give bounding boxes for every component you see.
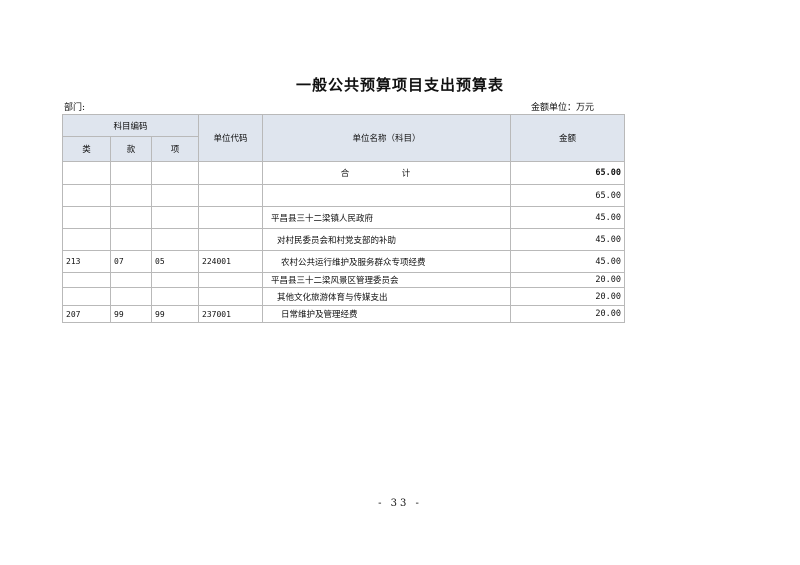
cell-xiang: 05	[151, 250, 199, 273]
cell-unit-code	[198, 206, 263, 229]
cell-xiang: 99	[151, 305, 199, 323]
cell-unit-name: 农村公共运行维护及服务群众专项经费	[262, 250, 511, 273]
cell-lei	[62, 161, 111, 185]
cell-unit-code: 237001	[198, 305, 263, 323]
cell-unit-code: 224001	[198, 250, 263, 273]
cell-kuan	[110, 272, 152, 288]
cell-kuan	[110, 184, 152, 207]
header-amount: 金额	[510, 114, 625, 162]
budget-table: 科目编码 单位代码 单位名称（科目） 金额 类 款 项 合 计 65.00 65…	[62, 114, 625, 323]
cell-unit-name	[262, 184, 511, 207]
cell-amount: 65.00	[510, 161, 625, 185]
cell-unit-code	[198, 287, 263, 306]
header-lei: 类	[62, 136, 111, 162]
amount-unit-label: 金额单位：万元	[531, 103, 595, 113]
page-number: - 33 -	[378, 498, 422, 509]
header-xiang: 项	[151, 136, 199, 162]
cell-xiang	[151, 228, 199, 251]
cell-kuan	[110, 206, 152, 229]
table-row: 207 99 99 237001 日常维护及管理经费 20.00	[62, 305, 625, 323]
cell-unit-code	[198, 184, 263, 207]
cell-xiang	[151, 184, 199, 207]
header-unit-name: 单位名称（科目）	[262, 114, 511, 162]
header-row-1: 科目编码 单位代码 单位名称（科目） 金额	[62, 114, 625, 162]
cell-amount: 45.00	[510, 228, 625, 251]
table-row-total: 合 计 65.00	[62, 161, 625, 185]
cell-unit-name: 对村民委员会和村党支部的补助	[262, 228, 511, 251]
table-row: 65.00	[62, 184, 625, 207]
cell-unit-name: 平昌县三十二梁镇人民政府	[262, 206, 511, 229]
cell-amount: 20.00	[510, 287, 625, 306]
cell-xiang	[151, 161, 199, 185]
cell-amount: 45.00	[510, 206, 625, 229]
cell-amount: 20.00	[510, 305, 625, 323]
cell-unit-name: 其他文化旅游体育与传媒支出	[262, 287, 511, 306]
table-row: 平昌县三十二梁镇人民政府 45.00	[62, 206, 625, 229]
cell-kuan: 07	[110, 250, 152, 273]
table-title: 一般公共预算项目支出预算表	[295, 76, 504, 94]
table-row: 平昌县三十二梁风景区管理委员会 20.00	[62, 272, 625, 288]
table-row: 213 07 05 224001 农村公共运行维护及服务群众专项经费 45.00	[62, 250, 625, 273]
cell-unit-code	[198, 272, 263, 288]
cell-unit-name: 日常维护及管理经费	[262, 305, 511, 323]
cell-kuan	[110, 161, 152, 185]
header-kuan: 款	[110, 136, 152, 162]
header-subject-code: 科目编码	[62, 114, 199, 137]
cell-amount: 20.00	[510, 272, 625, 288]
cell-xiang	[151, 287, 199, 306]
cell-amount: 65.00	[510, 184, 625, 207]
department-label: 部门:	[64, 103, 86, 113]
header-unit-code: 单位代码	[198, 114, 263, 162]
cell-lei: 213	[62, 250, 111, 273]
cell-lei: 207	[62, 305, 111, 323]
cell-lei	[62, 272, 111, 288]
cell-unit-code	[198, 228, 263, 251]
cell-xiang	[151, 272, 199, 288]
cell-xiang	[151, 206, 199, 229]
cell-kuan: 99	[110, 305, 152, 323]
cell-amount: 45.00	[510, 250, 625, 273]
cell-unit-code	[198, 161, 263, 185]
cell-lei	[62, 206, 111, 229]
cell-lei	[62, 228, 111, 251]
cell-kuan	[110, 287, 152, 306]
cell-unit-name: 平昌县三十二梁风景区管理委员会	[262, 272, 511, 288]
cell-unit-name: 合 计	[262, 161, 511, 185]
table-row: 其他文化旅游体育与传媒支出 20.00	[62, 287, 625, 306]
table-row: 对村民委员会和村党支部的补助 45.00	[62, 228, 625, 251]
cell-lei	[62, 287, 111, 306]
cell-kuan	[110, 228, 152, 251]
cell-lei	[62, 184, 111, 207]
